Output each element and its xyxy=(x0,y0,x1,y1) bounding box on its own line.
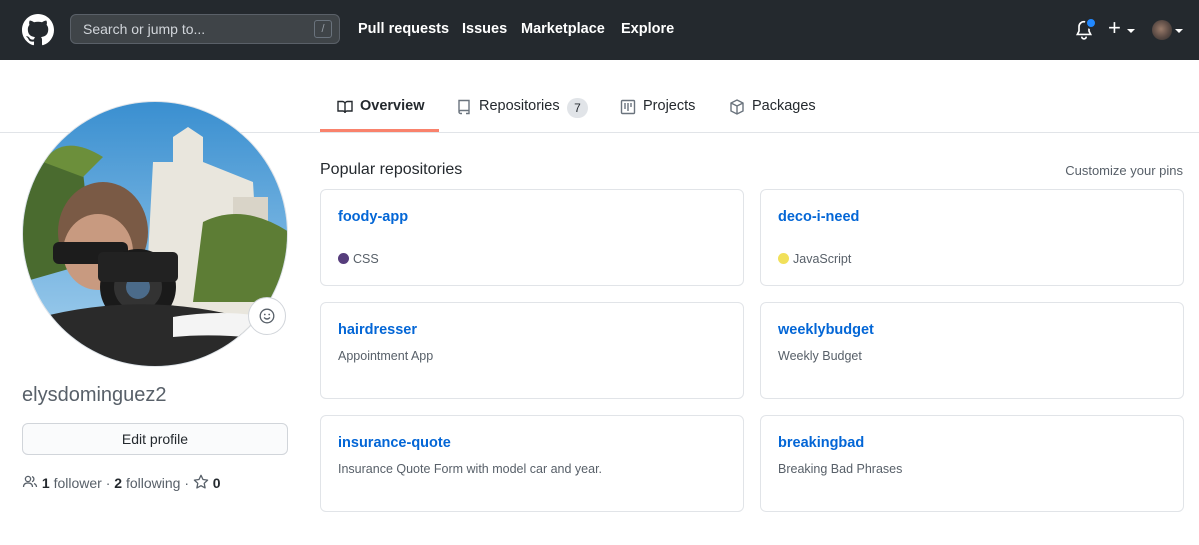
tab-packages[interactable]: Packages xyxy=(730,98,816,115)
repo-icon xyxy=(458,99,470,115)
following-label: following xyxy=(125,475,181,491)
repo-description: Appointment App xyxy=(338,349,434,363)
separator-dot: · xyxy=(184,475,190,491)
popular-repositories-heading: Popular repositories xyxy=(320,161,463,178)
tab-overview-label: Overview xyxy=(360,98,425,114)
nav-marketplace[interactable]: Marketplace xyxy=(521,21,605,37)
repo-card: breakingbad Breaking Bad Phrases xyxy=(760,415,1184,512)
tab-repositories-label: Repositories xyxy=(479,98,560,114)
create-new-plus-icon[interactable]: + xyxy=(1108,17,1121,39)
tab-repositories[interactable]: Repositories xyxy=(458,98,560,115)
language-color-dot xyxy=(338,253,349,264)
search-placeholder: Search or jump to... xyxy=(83,21,206,37)
tab-projects[interactable]: Projects xyxy=(620,98,696,115)
tab-overview[interactable]: Overview xyxy=(337,98,425,114)
repo-description: Weekly Budget xyxy=(778,349,862,363)
github-logo-icon[interactable] xyxy=(22,14,54,46)
top-header: Search or jump to... / Pull requests Iss… xyxy=(0,0,1199,60)
book-icon xyxy=(337,100,353,114)
stars-count: 0 xyxy=(212,475,221,491)
smiley-icon xyxy=(259,308,275,324)
profile-avatar xyxy=(22,101,288,367)
people-icon xyxy=(22,475,38,488)
following-count: 2 xyxy=(114,475,123,491)
following-link[interactable]: 2 following xyxy=(114,475,180,491)
active-tab-underline xyxy=(320,129,439,132)
profile-photo xyxy=(23,102,287,366)
user-menu-avatar[interactable] xyxy=(1152,20,1172,40)
followers-label: follower xyxy=(53,475,102,491)
repo-card: deco-i-need JavaScript xyxy=(760,189,1184,286)
stars-link[interactable]: 0 xyxy=(193,474,221,491)
repo-card: insurance-quote Insurance Quote Form wit… xyxy=(320,415,744,512)
followers-count: 1 xyxy=(41,475,50,491)
edit-profile-button[interactable]: Edit profile xyxy=(22,423,288,455)
search-shortcut-hint: / xyxy=(314,20,332,38)
nav-explore[interactable]: Explore xyxy=(621,21,674,37)
profile-username: elysdominguez2 xyxy=(22,384,167,406)
repo-language-label: JavaScript xyxy=(793,252,852,266)
notification-dot-icon xyxy=(1085,17,1097,29)
language-color-dot xyxy=(778,253,789,264)
followers-link[interactable]: 1 follower xyxy=(42,475,102,491)
repo-description: Insurance Quote Form with model car and … xyxy=(338,462,603,476)
repositories-count-badge: 7 xyxy=(567,98,588,118)
tab-packages-label: Packages xyxy=(752,98,816,114)
nav-issues[interactable]: Issues xyxy=(462,21,507,37)
chevron-down-icon xyxy=(1127,29,1135,33)
repo-link[interactable]: deco-i-need xyxy=(778,209,859,225)
chevron-down-icon xyxy=(1175,29,1183,33)
nav-pull-requests[interactable]: Pull requests xyxy=(358,21,449,37)
repo-language: CSS xyxy=(338,252,379,266)
repo-link[interactable]: weeklybudget xyxy=(778,322,874,338)
tab-projects-label: Projects xyxy=(643,98,696,114)
search-input[interactable]: Search or jump to... / xyxy=(70,14,340,44)
repo-link[interactable]: hairdresser xyxy=(338,322,417,338)
star-icon xyxy=(193,474,209,489)
repo-language: JavaScript xyxy=(778,252,851,266)
package-icon xyxy=(730,99,744,115)
follow-stats: 1 follower · 2 following · 0 xyxy=(22,474,221,491)
project-icon xyxy=(620,99,636,115)
repo-link[interactable]: breakingbad xyxy=(778,435,864,451)
set-status-button[interactable] xyxy=(248,297,286,335)
repo-card: weeklybudget Weekly Budget xyxy=(760,302,1184,399)
separator-dot: · xyxy=(105,475,111,491)
repo-language-label: CSS xyxy=(353,252,379,266)
repo-link[interactable]: insurance-quote xyxy=(338,435,451,451)
repo-link[interactable]: foody-app xyxy=(338,209,408,225)
repo-card: foody-app CSS xyxy=(320,189,744,286)
repo-card: hairdresser Appointment App xyxy=(320,302,744,399)
customize-pins-link[interactable]: Customize your pins xyxy=(1065,163,1183,178)
repo-description: Breaking Bad Phrases xyxy=(778,462,903,476)
